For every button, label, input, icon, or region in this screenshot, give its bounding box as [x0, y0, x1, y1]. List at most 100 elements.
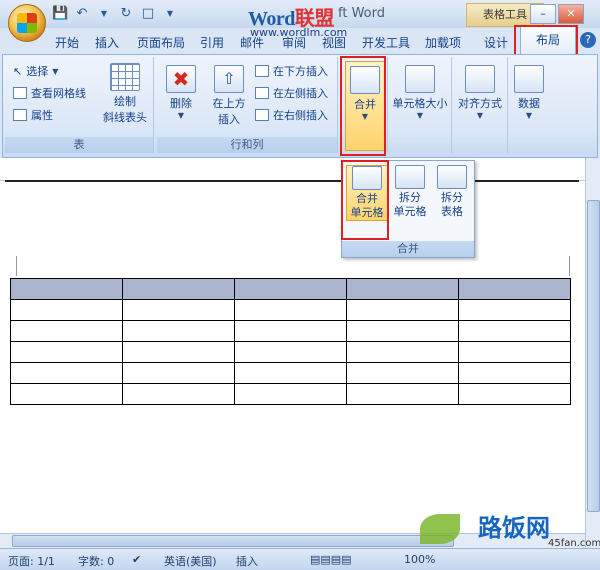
table-cell[interactable] — [346, 278, 459, 300]
table-cell[interactable] — [10, 383, 123, 405]
tab-design[interactable]: 设计 — [484, 34, 508, 51]
table-cell[interactable] — [458, 383, 571, 405]
table-cell[interactable] — [458, 278, 571, 300]
table-row — [10, 320, 571, 342]
delete-label: 删除 — [170, 97, 192, 110]
split-table-label-2: 表格 — [441, 205, 463, 218]
table-cell[interactable] — [346, 320, 459, 342]
view-gridlines-button[interactable]: 查看网格线 — [13, 85, 86, 101]
table-row — [10, 299, 571, 321]
status-insert-mode[interactable]: 插入 — [236, 553, 258, 569]
tab-references[interactable]: 引用 — [200, 34, 224, 51]
highlight-merge-cells — [341, 160, 389, 240]
status-zoom[interactable]: 100% — [404, 553, 435, 566]
table-cell[interactable] — [234, 320, 347, 342]
tab-page-layout[interactable]: 页面布局 — [137, 34, 185, 51]
insert-below-button[interactable]: 在下方插入 — [255, 63, 328, 79]
table-cell[interactable] — [122, 299, 235, 321]
title-watermark-url: www.wordlm.com — [250, 26, 348, 39]
customize-icon[interactable]: ▼ — [162, 6, 178, 22]
table-row — [10, 341, 571, 363]
table-cell[interactable] — [458, 362, 571, 384]
new-doc-icon[interactable]: □ — [140, 6, 156, 22]
split-cells-button[interactable]: 拆分 单元格 — [390, 165, 430, 219]
status-word-count[interactable]: 字数: 0 — [78, 553, 114, 569]
undo-icon[interactable]: ↶ — [74, 6, 90, 22]
status-bar: 页面: 1/1 字数: 0 ✔ 英语(美国) 插入 ▤▤▤▤ 100% — [0, 548, 600, 570]
tab-insert[interactable]: 插入 — [95, 34, 119, 51]
table-cell[interactable] — [234, 278, 347, 300]
data-label: 数据 — [518, 97, 540, 110]
table-cell[interactable] — [346, 362, 459, 384]
draw-label-1: 绘制 — [114, 95, 136, 108]
view-buttons-icon[interactable]: ▤▤▤▤ — [310, 553, 352, 566]
status-language[interactable]: 英语(美国) — [164, 553, 217, 569]
table-cell[interactable] — [10, 278, 123, 300]
insert-above-label-2: 插入 — [218, 113, 240, 126]
dropdown-arrow-icon[interactable]: ▼ — [96, 6, 112, 22]
insert-left-button[interactable]: 在左侧插入 — [255, 85, 328, 101]
view-gridlines-label: 查看网格线 — [31, 87, 86, 100]
table-cell[interactable] — [10, 320, 123, 342]
table-cell[interactable] — [122, 362, 235, 384]
office-button[interactable] — [8, 4, 46, 42]
document-table[interactable] — [10, 278, 571, 405]
insert-above-button[interactable]: ⇧ 在上方 插入 — [207, 65, 251, 127]
data-icon — [514, 65, 544, 93]
insert-below-label: 在下方插入 — [273, 65, 328, 78]
gridlines-icon — [13, 87, 27, 99]
select-button[interactable]: ↖ 选择 ▼ — [13, 63, 58, 79]
save-icon[interactable]: 💾 — [52, 6, 68, 22]
split-cells-label-2: 单元格 — [393, 205, 427, 218]
tab-addins[interactable]: 加载项 — [425, 34, 461, 51]
table-row — [10, 383, 571, 405]
group-alignment: 对齐方式 ▼ — [453, 57, 508, 153]
spellcheck-icon[interactable]: ✔ — [132, 553, 141, 566]
table-cell[interactable] — [234, 341, 347, 363]
insert-right-icon — [255, 109, 269, 121]
table-cell[interactable] — [458, 299, 571, 321]
table-cell[interactable] — [458, 320, 571, 342]
table-cell[interactable] — [458, 341, 571, 363]
cursor-icon: ↖ — [13, 64, 23, 78]
data-button[interactable]: 数据 ▼ — [509, 65, 549, 120]
tab-home[interactable]: 开始 — [55, 34, 79, 51]
draw-diagonal-header-button[interactable]: 绘制 斜线表头 — [97, 63, 153, 125]
table-header-row — [10, 278, 571, 300]
redo-icon[interactable]: ↻ — [118, 6, 134, 22]
table-cell[interactable] — [234, 383, 347, 405]
group-rows-columns: ✖ 删除 ▼ ⇧ 在上方 插入 在下方插入 在左侧插入 在右侧插入 行和列 — [157, 57, 338, 153]
delete-button[interactable]: ✖ 删除 ▼ — [161, 65, 201, 120]
table-cell[interactable] — [346, 299, 459, 321]
table-cell[interactable] — [346, 383, 459, 405]
table-cell[interactable] — [122, 320, 235, 342]
table-cell[interactable] — [122, 341, 235, 363]
cell-size-button[interactable]: 单元格大小 ▼ — [389, 65, 451, 120]
help-icon[interactable]: ? — [580, 32, 596, 48]
horizontal-scroll-thumb[interactable] — [12, 535, 454, 547]
dropdown-group-label: 合并 — [342, 241, 474, 257]
group-table: ↖ 选择 ▼ 查看网格线 属性 绘制 斜线表头 表 — [5, 57, 154, 153]
table-cell[interactable] — [234, 362, 347, 384]
split-table-label-1: 拆分 — [441, 191, 463, 204]
table-cell[interactable] — [122, 278, 235, 300]
properties-button[interactable]: 属性 — [13, 107, 53, 123]
minimize-button[interactable]: – — [530, 4, 556, 24]
table-cell[interactable] — [10, 362, 123, 384]
ribbon: ↖ 选择 ▼ 查看网格线 属性 绘制 斜线表头 表 ✖ 删除 ▼ ⇧ 在上方 插入 — [2, 54, 598, 158]
status-page[interactable]: 页面: 1/1 — [8, 553, 55, 569]
table-cell[interactable] — [10, 299, 123, 321]
vertical-scroll-thumb[interactable] — [587, 200, 600, 512]
insert-right-button[interactable]: 在右侧插入 — [255, 107, 328, 123]
leaf-logo-icon — [420, 514, 460, 544]
table-cell[interactable] — [122, 383, 235, 405]
insert-below-icon — [255, 65, 269, 77]
table-cell[interactable] — [346, 341, 459, 363]
properties-icon — [13, 109, 27, 121]
split-table-button[interactable]: 拆分 表格 — [432, 165, 472, 219]
tab-developer[interactable]: 开发工具 — [362, 34, 410, 51]
close-button[interactable]: ✕ — [558, 4, 584, 24]
alignment-button[interactable]: 对齐方式 ▼ — [453, 65, 507, 120]
table-cell[interactable] — [234, 299, 347, 321]
table-cell[interactable] — [10, 341, 123, 363]
